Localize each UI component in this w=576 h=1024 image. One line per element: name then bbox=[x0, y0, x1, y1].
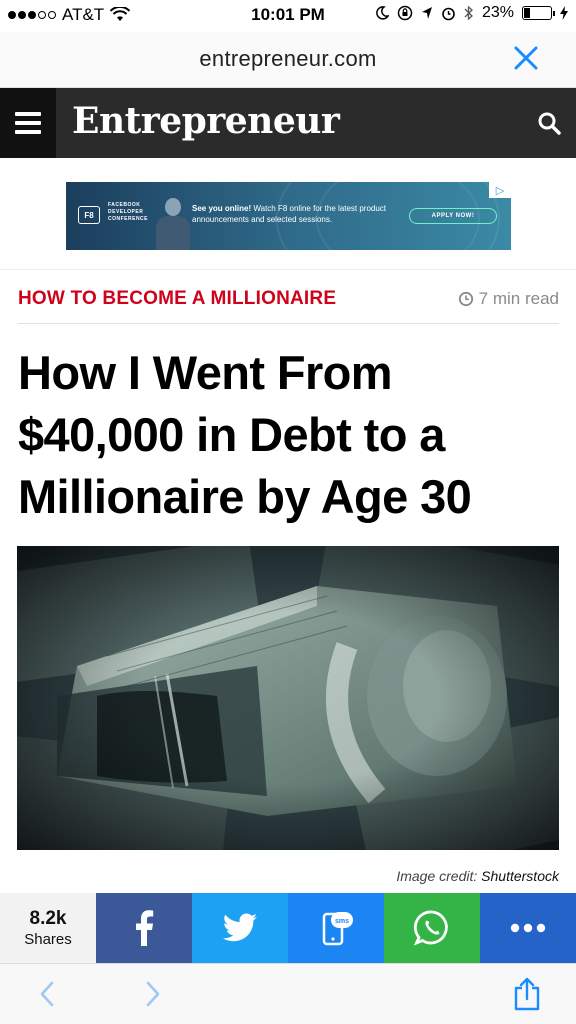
share-bar: 8.2k Shares sms bbox=[0, 893, 576, 963]
more-icon bbox=[510, 923, 546, 933]
close-icon[interactable] bbox=[512, 44, 540, 72]
share-more-button[interactable] bbox=[480, 893, 576, 963]
status-icons: 23% bbox=[375, 4, 568, 22]
battery-percent: 23% bbox=[481, 4, 514, 21]
menu-icon bbox=[15, 112, 41, 116]
share-facebook-button[interactable] bbox=[96, 893, 192, 963]
ad-cta-button[interactable]: APPLY NOW! bbox=[409, 208, 497, 224]
ad-container: F8 FACEBOOK DEVELOPER CONFERENCE See you… bbox=[0, 158, 576, 270]
ad-f8-badge: F8 bbox=[78, 206, 100, 224]
sms-icon: sms bbox=[322, 912, 353, 946]
location-icon bbox=[421, 7, 432, 19]
share-sms-button[interactable]: sms bbox=[288, 893, 384, 963]
alarm-icon bbox=[442, 7, 455, 20]
bluetooth-icon bbox=[464, 5, 473, 21]
category-link[interactable]: HOW TO BECOME A MILLIONAIRE bbox=[18, 288, 336, 310]
share-twitter-button[interactable] bbox=[192, 893, 288, 963]
article-headline: How I Went From $40,000 in Debt to a Mil… bbox=[18, 346, 472, 523]
share-icon[interactable] bbox=[512, 977, 542, 1011]
whatsapp-icon bbox=[413, 910, 448, 946]
ad-copy: See you online! Watch F8 online for the … bbox=[192, 203, 412, 225]
share-whatsapp-button[interactable] bbox=[384, 893, 480, 963]
twitter-icon bbox=[222, 913, 257, 942]
status-bar: AT&T 10:01 PM 23% bbox=[0, 0, 576, 32]
forward-icon[interactable] bbox=[140, 980, 164, 1008]
battery-icon bbox=[522, 6, 555, 20]
moon-icon bbox=[376, 6, 389, 20]
clock-icon bbox=[458, 291, 473, 307]
adchoices-icon[interactable]: ▷ bbox=[489, 182, 511, 198]
share-count-label: Shares bbox=[24, 931, 72, 948]
facebook-icon bbox=[136, 910, 154, 946]
url-field[interactable]: entrepreneur.com bbox=[0, 46, 576, 72]
menu-button[interactable] bbox=[0, 88, 56, 158]
ad-banner[interactable]: F8 FACEBOOK DEVELOPER CONFERENCE See you… bbox=[66, 182, 511, 250]
site-header: Entrepreneur bbox=[0, 88, 576, 158]
charging-icon bbox=[560, 6, 568, 20]
share-count-value: 8.2k bbox=[29, 908, 67, 929]
image-credit-source[interactable]: Shutterstock bbox=[481, 868, 559, 884]
search-icon[interactable] bbox=[536, 110, 562, 136]
share-count: 8.2k Shares bbox=[0, 893, 96, 963]
image-credit-label: Image credit: bbox=[396, 868, 478, 884]
read-time-label: 7 min read bbox=[478, 289, 559, 308]
browser-toolbar bbox=[0, 963, 576, 1024]
svg-text:sms: sms bbox=[335, 918, 349, 925]
article-meta: HOW TO BECOME A MILLIONAIRE 7 min read bbox=[18, 288, 559, 324]
ad-headline: See you online! bbox=[192, 204, 252, 213]
browser-url-bar: entrepreneur.com bbox=[0, 32, 576, 88]
rotation-lock-icon bbox=[397, 5, 413, 21]
read-time: 7 min read bbox=[458, 289, 559, 309]
image-credit: Image credit: Shutterstock bbox=[396, 868, 559, 884]
ad-speaker-image bbox=[156, 198, 190, 250]
article-hero-image bbox=[17, 546, 559, 850]
back-icon[interactable] bbox=[36, 980, 60, 1008]
site-logo[interactable]: Entrepreneur bbox=[72, 100, 340, 142]
